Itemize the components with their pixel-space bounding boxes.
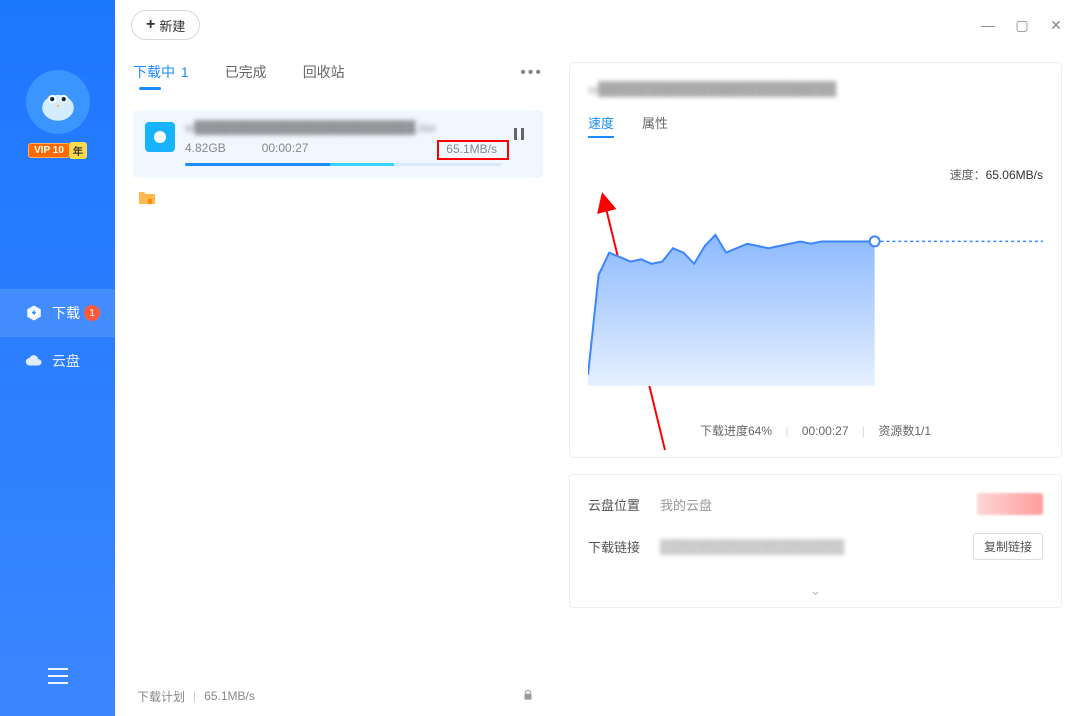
task-speed: 65.1MB/s	[442, 141, 501, 157]
detail-tab-speed[interactable]: 速度	[588, 113, 614, 138]
task-elapsed: 00:00:27	[262, 141, 309, 157]
minimize-icon[interactable]: —	[980, 17, 996, 33]
window-controls: — ▢ ✕	[980, 17, 1064, 33]
main: + 新建 — ▢ ✕ 下载中 1 已完成 回收站 ••• w██	[115, 0, 1080, 716]
task-progress	[185, 163, 501, 166]
detail-metrics: 下载进度64% | 00:00:27 | 资源数1/1	[588, 422, 1043, 439]
detail-card-speed: w████████████████████████ 速度 属性 速度：65.06…	[569, 62, 1062, 458]
tab-done[interactable]: 已完成	[225, 62, 267, 90]
cloud-location-label: 云盘位置	[588, 495, 660, 514]
detail-tabs: 速度 属性	[588, 113, 1043, 138]
vip-label: VIP 10	[28, 143, 70, 158]
action-button[interactable]	[977, 493, 1043, 515]
plus-icon: +	[146, 16, 155, 34]
nav-downloads[interactable]: 下载 1	[0, 289, 115, 337]
nav-downloads-badge: 1	[84, 305, 100, 321]
speed-chart: 速度：65.06MB/s	[588, 158, 1043, 418]
pause-button[interactable]	[507, 122, 531, 146]
menu-icon[interactable]	[46, 664, 70, 688]
cloud-location-value: 我的云盘	[660, 495, 977, 514]
speed-current-label: 速度：65.06MB/s	[950, 166, 1043, 183]
detail-title: w████████████████████████	[588, 81, 1043, 97]
new-button-label: 新建	[159, 16, 185, 35]
nav: 下载 1 云盘	[0, 289, 115, 385]
tabs-more-icon[interactable]: •••	[520, 64, 543, 90]
footer-plan-label: 下载计划	[137, 688, 185, 705]
new-button[interactable]: + 新建	[131, 10, 200, 40]
task-body: w████████████████████████.iso 4.82GB 00:…	[185, 120, 501, 166]
collapse-icon[interactable]: ⌄	[588, 578, 1043, 599]
detail-card-info: 云盘位置 我的云盘 下载链接 ████████████████████ 复制链接…	[569, 474, 1062, 608]
download-icon	[24, 303, 44, 323]
nav-downloads-label: 下载	[52, 303, 80, 323]
vip-suffix: 年	[69, 142, 87, 159]
vip-badge: VIP 10 年	[28, 140, 87, 159]
tab-downloading-count: 1	[181, 64, 189, 80]
task-name: w████████████████████████.iso	[185, 120, 501, 135]
nav-cloud[interactable]: 云盘	[0, 337, 115, 385]
tab-recycle[interactable]: 回收站	[303, 62, 345, 90]
avatar[interactable]	[26, 70, 90, 134]
detail-panel: w████████████████████████ 速度 属性 速度：65.06…	[555, 50, 1080, 716]
task-size: 4.82GB	[185, 141, 226, 157]
pause-icon	[512, 127, 526, 141]
disc-icon	[145, 122, 175, 152]
footer: 下载计划 | 65.1MB/s	[133, 676, 543, 716]
list-tabs: 下载中 1 已完成 回收站 •••	[133, 50, 543, 90]
footer-speed: 65.1MB/s	[204, 689, 255, 703]
download-link-label: 下载链接	[588, 537, 660, 556]
download-link-value: ████████████████████	[660, 539, 973, 554]
tab-downloading[interactable]: 下载中 1	[133, 62, 189, 90]
detail-tab-props[interactable]: 属性	[642, 113, 668, 138]
cloud-icon	[24, 351, 44, 371]
maximize-icon[interactable]: ▢	[1014, 17, 1030, 33]
topbar: + 新建 — ▢ ✕	[115, 0, 1080, 50]
close-icon[interactable]: ✕	[1048, 17, 1064, 33]
task-card[interactable]: w████████████████████████.iso 4.82GB 00:…	[133, 110, 543, 178]
sidebar: VIP 10 年 下载 1 云盘	[0, 0, 115, 716]
folder-icon[interactable]	[133, 190, 543, 209]
nav-cloud-label: 云盘	[52, 351, 80, 371]
list-panel: 下载中 1 已完成 回收站 ••• w█████████████████████…	[115, 50, 555, 716]
bird-icon	[35, 79, 81, 125]
copy-link-button[interactable]: 复制链接	[973, 533, 1043, 560]
lock-icon[interactable]	[521, 688, 535, 705]
